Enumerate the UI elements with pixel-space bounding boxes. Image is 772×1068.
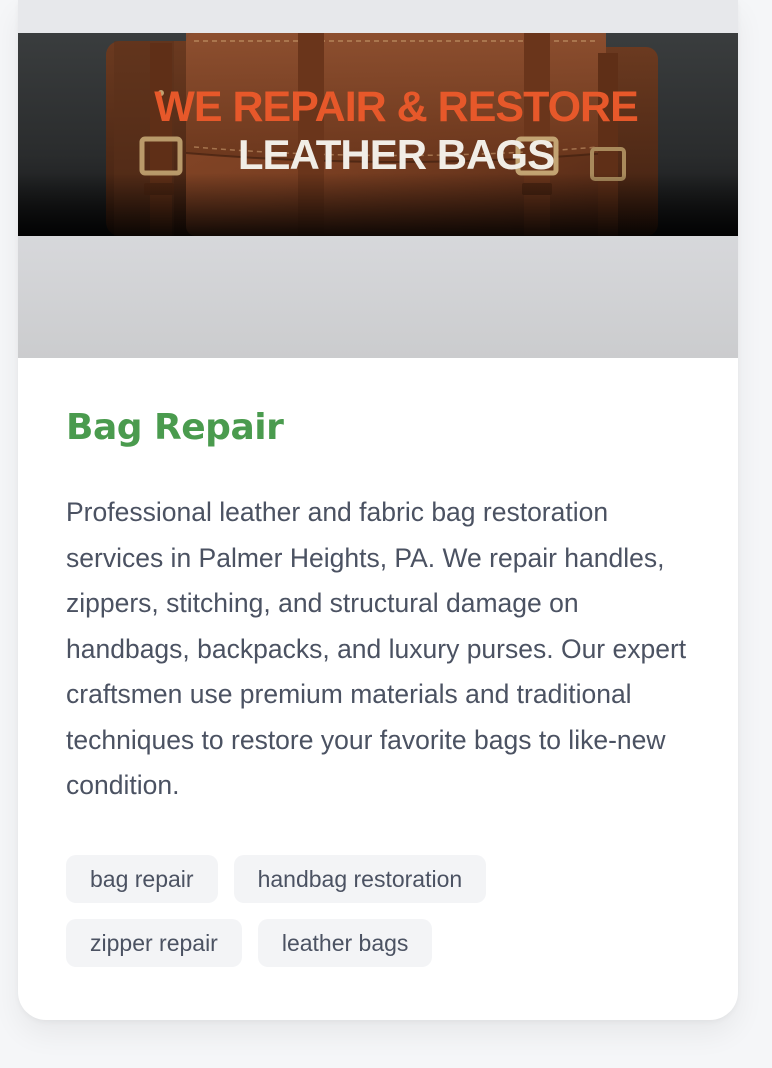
service-title: Bag Repair (66, 407, 284, 448)
tag-bag-repair[interactable]: bag repair (66, 854, 218, 903)
tag-handbag-restoration[interactable]: handbag restoration (233, 854, 487, 903)
banner-headline-line1: WE REPAIR & RESTORE (154, 83, 638, 131)
service-image-area: WE REPAIR & RESTORE LEATHER BAGS (18, 0, 738, 358)
tag-zipper-repair[interactable]: zipper repair (66, 918, 242, 967)
tag-leather-bags[interactable]: leather bags (257, 918, 433, 967)
tag-list: bag repair handbag restoration zipper re… (66, 854, 626, 967)
banner-headline-line2: LEATHER BAGS (238, 131, 554, 178)
service-card: WE REPAIR & RESTORE LEATHER BAGS Bag Rep… (18, 0, 738, 1020)
leather-bags-banner-image: WE REPAIR & RESTORE LEATHER BAGS (18, 33, 738, 236)
card-content: Bag Repair Professional leather and fabr… (66, 406, 696, 967)
service-description: Professional leather and fabric bag rest… (66, 497, 687, 800)
